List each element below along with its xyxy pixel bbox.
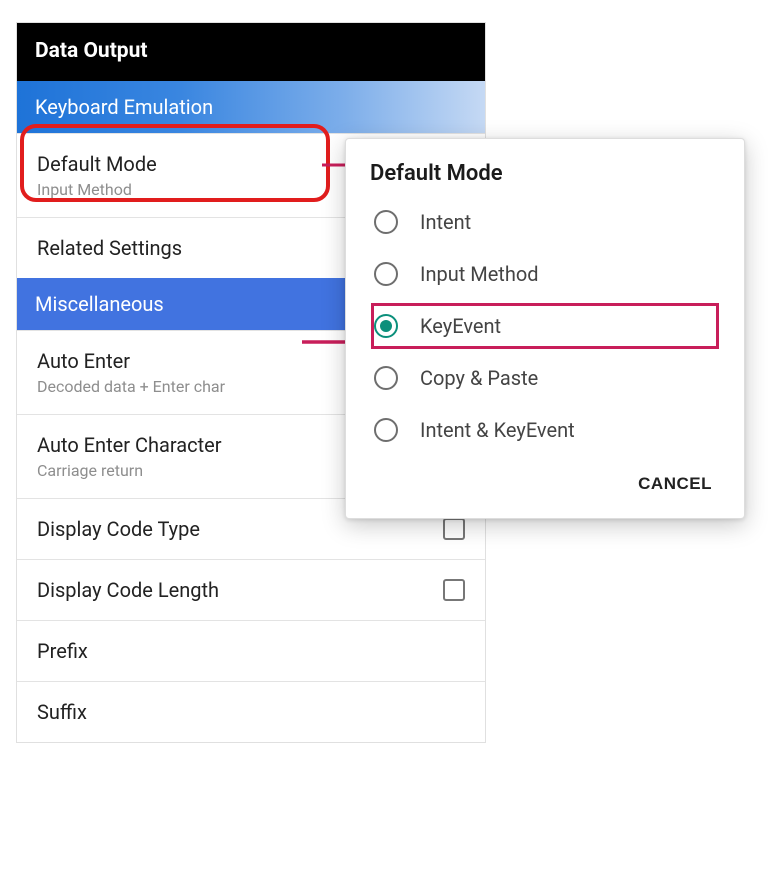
checkbox-display-code-length[interactable] [443,579,465,601]
option-intent[interactable]: Intent [346,196,744,248]
option-label: Input Method [420,262,539,286]
row-auto-enter-char-subtitle: Carriage return [37,461,222,480]
option-label: Copy & Paste [420,366,538,390]
radio-selected-icon [374,314,398,338]
option-label: Intent [420,210,471,234]
row-display-code-length[interactable]: Display Code Length [17,559,485,620]
option-label: KeyEvent [420,314,501,338]
row-suffix-title: Suffix [37,700,87,724]
row-display-code-length-title: Display Code Length [37,578,219,602]
option-copy-paste[interactable]: Copy & Paste [346,352,744,404]
page-title: Data Output [17,23,485,81]
section-keyboard-header: Keyboard Emulation [17,81,485,133]
dialog-actions: CANCEL [346,456,744,512]
row-auto-enter-char-title: Auto Enter Character [37,433,222,457]
row-auto-enter-title: Auto Enter [37,349,225,373]
option-input-method[interactable]: Input Method [346,248,744,300]
radio-icon [374,210,398,234]
row-suffix[interactable]: Suffix [17,681,485,742]
row-related-settings-title: Related Settings [37,236,182,260]
option-keyevent[interactable]: KeyEvent [368,300,722,352]
row-default-mode-subtitle: Input Method [37,180,157,199]
row-prefix[interactable]: Prefix [17,620,485,681]
row-auto-enter-subtitle: Decoded data + Enter char [37,377,225,396]
dialog-title: Default Mode [346,157,744,196]
row-prefix-title: Prefix [37,639,88,663]
radio-icon [374,262,398,286]
radio-icon [374,366,398,390]
option-label: Intent & KeyEvent [420,418,575,442]
radio-icon [374,418,398,442]
row-display-code-type-title: Display Code Type [37,517,200,541]
checkbox-display-code-type[interactable] [443,518,465,540]
option-intent-keyevent[interactable]: Intent & KeyEvent [346,404,744,456]
row-default-mode-title: Default Mode [37,152,157,176]
dialog-default-mode: Default Mode Intent Input Method KeyEven… [345,138,745,519]
cancel-button[interactable]: CANCEL [634,466,716,502]
